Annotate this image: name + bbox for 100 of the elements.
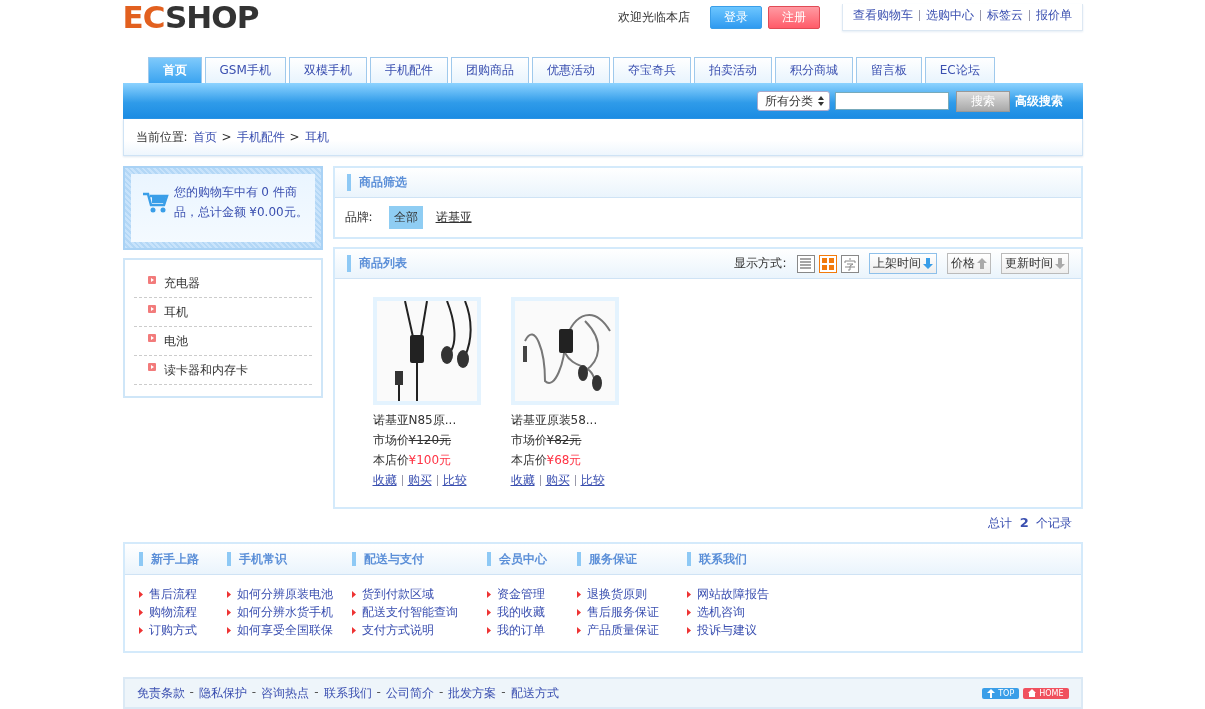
top-link[interactable]: 选购中心 — [925, 7, 974, 24]
nav-tab[interactable]: 夺宝奇兵 — [612, 57, 691, 83]
breadcrumb-link[interactable]: 首页 — [192, 128, 217, 146]
help-section-title: 服务保证 — [576, 551, 637, 566]
footer-link[interactable]: 配送方式 — [510, 684, 559, 702]
triangle-icon — [486, 590, 491, 598]
text-view-icon[interactable] — [840, 254, 859, 273]
market-price-label: 市场价 — [372, 432, 409, 449]
nav-tab[interactable]: 手机配件 — [369, 57, 448, 83]
product-action-link[interactable]: 收藏 — [510, 472, 535, 489]
help-link[interactable]: 资金管理 — [496, 585, 545, 603]
category-link[interactable]: 电池 — [163, 333, 188, 350]
brand-filter[interactable]: 诺基亚 — [430, 206, 477, 229]
category-select[interactable]: 所有分类 — [756, 91, 830, 111]
help-link[interactable]: 配送支付智能查询 — [361, 603, 458, 621]
help-link[interactable]: 我的收藏 — [496, 603, 545, 621]
help-link[interactable]: 货到付款区域 — [361, 585, 434, 603]
breadcrumb-separator: > — [289, 130, 300, 144]
top-link[interactable]: 报价单 — [1035, 7, 1072, 24]
triangle-icon — [138, 590, 143, 598]
footer-link[interactable]: 隐私保护 — [198, 684, 247, 702]
triangle-icon — [486, 626, 491, 634]
house-icon — [1028, 688, 1037, 698]
footer-link[interactable]: 免责条款 — [136, 684, 185, 702]
welcome-text: 欢迎光临本店 — [617, 9, 690, 26]
breadcrumb-separator: > — [221, 130, 232, 144]
product-action-link[interactable]: 比较 — [580, 472, 605, 489]
help-link[interactable]: 投诉与建议 — [696, 621, 757, 639]
top-link[interactable]: 标签云 — [986, 7, 1023, 24]
brand-filter[interactable]: 全部 — [388, 206, 423, 229]
cart-summary-text: 您的购物车中有 0 件商品，总计金额 ¥0.00元。 — [173, 184, 309, 221]
breadcrumb-label: 当前位置: — [135, 128, 188, 146]
product-name[interactable]: 诺基亚原装58... — [510, 412, 619, 429]
shop-price-label: 本店价 — [510, 452, 547, 469]
category-link[interactable]: 充电器 — [163, 275, 200, 292]
help-link[interactable]: 网站故障报告 — [696, 585, 769, 603]
bullet-icon — [147, 276, 156, 284]
help-section-title: 手机常识 — [226, 551, 287, 566]
nav-tab[interactable]: GSM手机 — [204, 57, 286, 83]
help-link[interactable]: 如何享受全国联保 — [236, 621, 333, 639]
category-link[interactable]: 耳机 — [163, 304, 188, 321]
product-action-link[interactable]: 比较 — [442, 472, 467, 489]
triangle-icon — [686, 608, 691, 616]
help-link[interactable]: 如何分辨水货手机 — [236, 603, 333, 621]
panel-title: 商品筛选 — [346, 174, 407, 191]
help-link[interactable]: 产品质量保证 — [586, 621, 659, 639]
help-link[interactable]: 购物流程 — [148, 603, 197, 621]
breadcrumb-link[interactable]: 耳机 — [304, 128, 329, 146]
help-section-title: 新手上路 — [138, 551, 199, 566]
brand-label: 品牌: — [344, 209, 373, 226]
search-field[interactable] — [834, 92, 949, 110]
product-action-link[interactable]: 购买 — [545, 472, 570, 489]
logo[interactable]: ECSHOP — [122, 0, 259, 34]
nav-tab[interactable]: 留言板 — [855, 57, 922, 83]
help-link[interactable]: 售后流程 — [148, 585, 197, 603]
help-link[interactable]: 支付方式说明 — [361, 621, 434, 639]
shop-price: ¥100元 — [408, 452, 452, 469]
nav-tab[interactable]: 拍卖活动 — [693, 57, 772, 83]
triangle-icon — [138, 626, 143, 634]
nav-tab[interactable]: 积分商城 — [774, 57, 853, 83]
link-separator: - — [501, 684, 506, 701]
help-link[interactable]: 如何分辨原装电池 — [236, 585, 333, 603]
arrow-up-icon — [987, 688, 996, 698]
nav-tab[interactable]: 优惠活动 — [531, 57, 610, 83]
product-action-link[interactable]: 收藏 — [372, 472, 397, 489]
cart-icon — [142, 191, 169, 213]
category-link[interactable]: 读卡器和内存卡 — [163, 362, 248, 379]
bullet-icon — [147, 334, 156, 342]
footer-link[interactable]: 公司简介 — [385, 684, 434, 702]
top-link[interactable]: 查看购物车 — [852, 7, 913, 24]
grid-view-icon[interactable] — [818, 254, 837, 273]
list-view-icon[interactable] — [796, 254, 815, 273]
footer-link[interactable]: 联系我们 — [323, 684, 372, 702]
triangle-icon — [226, 626, 231, 634]
nav-tab[interactable]: 双模手机 — [288, 57, 367, 83]
product-name[interactable]: 诺基亚N85原... — [372, 412, 481, 429]
market-price-label: 市场价 — [510, 432, 547, 449]
triangle-icon — [351, 590, 356, 598]
footer-link[interactable]: 批发方案 — [448, 684, 497, 702]
help-link[interactable]: 售后服务保证 — [586, 603, 659, 621]
sort-button[interactable]: 更新时间 — [1000, 253, 1069, 274]
help-link[interactable]: 订购方式 — [148, 621, 197, 639]
shop-price-label: 本店价 — [372, 452, 409, 469]
triangle-icon — [576, 590, 581, 598]
help-link[interactable]: 我的订单 — [496, 621, 545, 639]
help-link[interactable]: 选机咨询 — [696, 603, 745, 621]
nav-tab[interactable]: EC论坛 — [924, 57, 995, 83]
help-link[interactable]: 退换货原则 — [586, 585, 647, 603]
sort-button[interactable]: 上架时间 — [868, 253, 937, 274]
market-price: ¥82元 — [546, 432, 582, 449]
nav-tab[interactable]: 团购商品 — [450, 57, 529, 83]
breadcrumb-link[interactable]: 手机配件 — [236, 128, 285, 146]
triangle-icon — [351, 608, 356, 616]
sort-button[interactable]: 价格 — [946, 253, 991, 274]
bullet-icon — [147, 363, 156, 371]
market-price: ¥120元 — [408, 432, 452, 449]
footer-link[interactable]: 咨询热点 — [261, 684, 310, 702]
link-separator: - — [314, 684, 319, 701]
display-mode-label: 显示方式: — [734, 255, 787, 272]
product-action-link[interactable]: 购买 — [407, 472, 432, 489]
